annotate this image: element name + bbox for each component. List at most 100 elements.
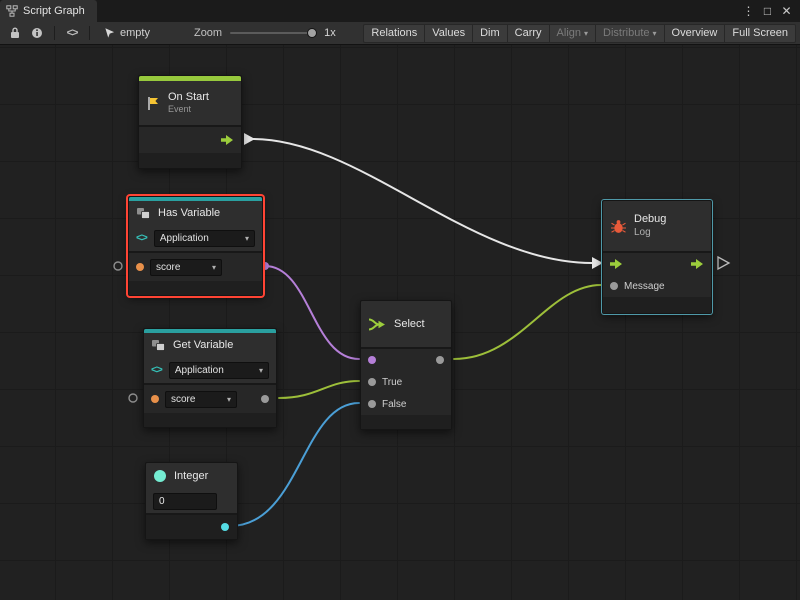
code-view-icon[interactable]: <>: [61, 24, 83, 42]
variable-scope-dropdown[interactable]: Application: [154, 230, 255, 247]
node-footer: [144, 413, 276, 427]
connection-onstart-to-log[interactable]: [253, 139, 592, 263]
button-label: Align: [557, 27, 581, 39]
zoom-slider-knob[interactable]: [307, 28, 317, 38]
overview-button[interactable]: Overview: [664, 24, 725, 43]
node-footer: [603, 297, 711, 313]
scope-value: Application: [175, 365, 224, 376]
condition-input-port[interactable]: [368, 356, 376, 364]
node-header: Select: [361, 301, 451, 347]
fullscreen-button[interactable]: Full Screen: [724, 24, 796, 43]
node-subheader: <> Application: [144, 357, 276, 383]
graph-toolbar: <> empty Zoom 1x Relations Values Dim Ca…: [0, 22, 800, 45]
button-label: Values: [432, 27, 465, 39]
variable-name-dropdown[interactable]: score: [165, 391, 237, 408]
log-exit-unconnected-port[interactable]: [718, 257, 729, 269]
info-icon[interactable]: [26, 24, 48, 42]
control-output-port[interactable]: [691, 259, 704, 269]
variable-scope-dropdown[interactable]: Application: [169, 362, 269, 379]
button-label: Overview: [672, 27, 718, 39]
control-output-port[interactable]: [221, 135, 234, 145]
variable-kind-icon: <>: [151, 364, 162, 376]
dim-button[interactable]: Dim: [472, 24, 507, 43]
false-port-label: False: [382, 399, 406, 410]
button-label: Full Screen: [732, 27, 788, 39]
variable-kind-icon: <>: [136, 232, 147, 244]
node-title: Debug: [634, 213, 666, 226]
chevron-down-icon: ▾: [584, 29, 588, 38]
integer-output-port[interactable]: [221, 523, 229, 531]
node-integer[interactable]: Integer: [145, 462, 238, 540]
zoom-label: Zoom: [194, 27, 222, 39]
node-subtitle: Log: [634, 227, 666, 239]
maximize-icon[interactable]: □: [760, 5, 775, 17]
distribute-dropdown-button[interactable]: Distribute▾: [595, 24, 663, 43]
get-variable-unconnected-port[interactable]: [129, 394, 137, 402]
lock-icon[interactable]: [4, 24, 26, 42]
menu-icon[interactable]: ⋮: [741, 5, 756, 17]
zoom-control: Zoom 1x: [194, 27, 336, 39]
node-get-variable[interactable]: Get Variable <> Application score: [143, 328, 277, 428]
button-label: Distribute: [603, 27, 649, 39]
relations-button[interactable]: Relations: [363, 24, 424, 43]
align-dropdown-button[interactable]: Align▾: [549, 24, 595, 43]
tab-script-graph[interactable]: Script Graph: [0, 0, 97, 22]
false-input-port[interactable]: [368, 400, 376, 408]
tab-bar: Script Graph ⋮ □ ✕: [0, 0, 800, 22]
node-subtitle: Event: [168, 104, 209, 115]
toolbar-separator: [89, 26, 90, 40]
window-controls: ⋮ □ ✕: [741, 0, 800, 22]
node-header: Get Variable: [144, 333, 276, 357]
zoom-slider[interactable]: [230, 32, 316, 34]
control-input-port[interactable]: [610, 259, 623, 269]
graph-breadcrumb[interactable]: empty: [104, 27, 150, 39]
node-title: On Start: [168, 91, 209, 104]
integer-literal-icon: [153, 469, 167, 483]
node-header: Integer: [146, 463, 237, 489]
node-on-start[interactable]: On Start Event: [138, 75, 242, 169]
button-label: Relations: [371, 27, 417, 39]
node-title: Has Variable: [158, 207, 220, 219]
node-subheader: <> Application: [129, 225, 262, 251]
close-icon[interactable]: ✕: [779, 5, 794, 17]
toolbar-separator: [54, 26, 55, 40]
bug-icon: [610, 219, 627, 234]
control-out-arrow[interactable]: [244, 133, 255, 145]
value-output-port[interactable]: [261, 395, 269, 403]
name-input-port[interactable]: [151, 395, 159, 403]
node-footer: [361, 415, 451, 429]
message-port-label: Message: [624, 281, 665, 292]
node-header: Debug Log: [603, 201, 711, 251]
graph-canvas[interactable]: On Start Event: [0, 45, 800, 600]
node-title: Integer: [174, 470, 208, 482]
node-header: On Start Event: [139, 81, 241, 125]
true-input-port[interactable]: [368, 378, 376, 386]
node-select[interactable]: Select True False: [360, 300, 452, 430]
connection-select-to-log-message[interactable]: [454, 285, 601, 359]
tab-title: Script Graph: [23, 5, 85, 17]
script-graph-window: Script Graph ⋮ □ ✕ <>: [0, 0, 800, 600]
values-button[interactable]: Values: [424, 24, 472, 43]
connection-hasvariable-to-select[interactable]: [265, 266, 359, 359]
integer-value-input[interactable]: [153, 493, 217, 510]
zoom-value: 1x: [324, 27, 336, 39]
variables-icon: [151, 339, 166, 352]
true-port-label: True: [382, 377, 402, 388]
node-footer: [139, 153, 241, 168]
message-input-port[interactable]: [610, 282, 618, 290]
has-variable-unconnected-port[interactable]: [114, 262, 122, 270]
pointer-icon: [104, 27, 115, 39]
variable-name-dropdown[interactable]: score: [150, 259, 222, 276]
selection-output-port[interactable]: [436, 356, 444, 364]
node-header: Has Variable: [129, 201, 262, 225]
carry-button[interactable]: Carry: [507, 24, 549, 43]
scope-value: Application: [160, 233, 209, 244]
connection-getvariable-to-select-true[interactable]: [279, 381, 359, 398]
variables-icon: [136, 207, 151, 220]
name-input-port[interactable]: [136, 263, 144, 271]
node-title: Get Variable: [173, 339, 233, 351]
node-footer: [129, 281, 262, 295]
node-debug-log[interactable]: Debug Log Message: [602, 200, 712, 314]
variable-name-value: score: [156, 262, 180, 273]
node-has-variable[interactable]: Has Variable <> Application score: [128, 196, 263, 296]
